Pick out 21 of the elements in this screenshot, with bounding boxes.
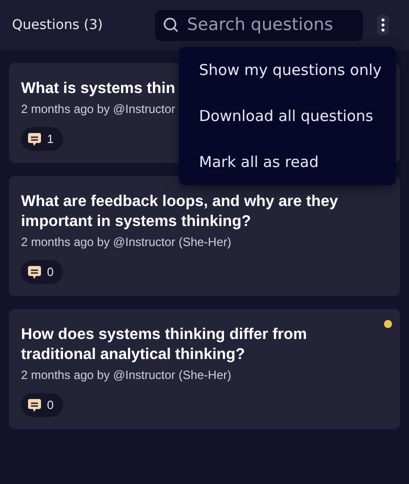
comment-icon [27, 264, 42, 280]
reply-count: 0 [47, 265, 54, 279]
search-icon [163, 17, 179, 33]
question-card[interactable]: How does systems thinking differ from traditional analytical thinking? 2 months ago by @Instructor (She-Her) 0 [9, 309, 400, 429]
more-options-button[interactable] [377, 15, 389, 35]
menu-item[interactable]: Show my questions only [179, 47, 396, 93]
question-meta: 2 months ago by @Instructor [21, 102, 176, 116]
question-title: What are feedback loops, and why are they important in systems thinking? [21, 192, 339, 232]
page-title: Questions (3) [12, 17, 104, 33]
search-field[interactable]: Search questions [155, 10, 363, 40]
question-meta: 2 months ago by @Instructor (She-Her) [21, 235, 232, 249]
menu-item[interactable]: Download all questions [179, 93, 396, 139]
question-meta: 2 months ago by @Instructor (She-Her) [21, 368, 232, 382]
comment-icon [27, 132, 42, 146]
question-title: How does systems thinking differ from traditional analytical thinking? [21, 325, 308, 365]
question-card[interactable]: What are feedback loops, and why are they important in systems thinking? 2 months ago by @Instructor (She-Her) 0 [9, 176, 400, 296]
reply-count: 1 [47, 132, 54, 146]
reply-count: 0 [47, 398, 54, 412]
comment-icon [27, 398, 42, 412]
kebab-icon [381, 18, 385, 32]
question-title: What is systems thin [21, 79, 176, 99]
